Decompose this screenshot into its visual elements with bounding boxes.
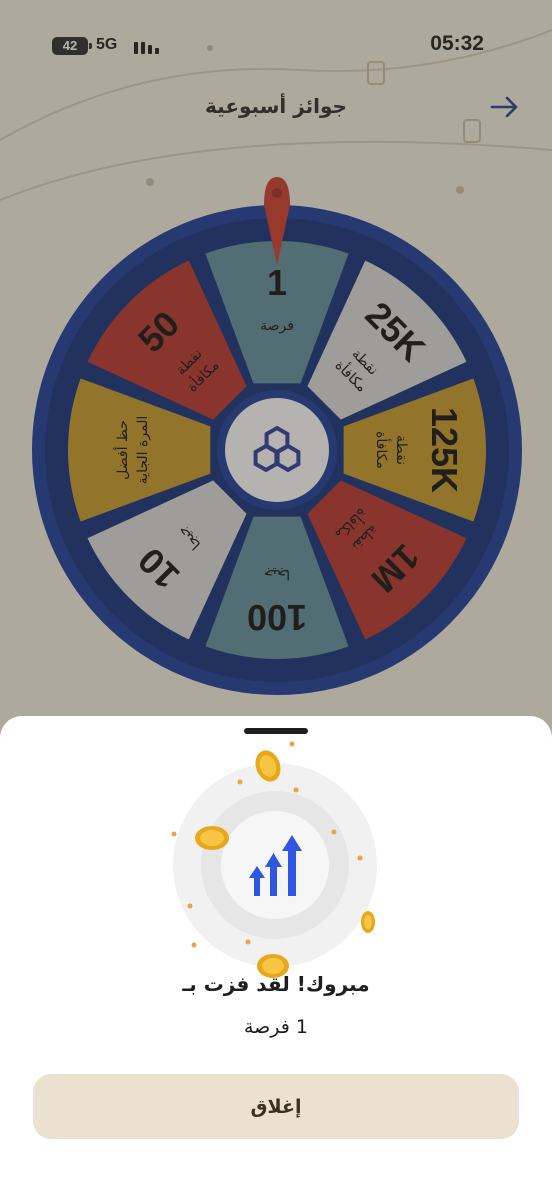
win-prize: 1 فرصة [243, 1016, 309, 1038]
result-bottom-sheet: مبروك! لقد فزت بـ 1 فرصة إغلاق [0, 716, 552, 1200]
close-button[interactable]: إغلاق [33, 1074, 519, 1139]
home-indicator [190, 1186, 362, 1191]
growth-arrows-coins-icon [171, 741, 377, 978]
win-title: مبروك! لقد فزت بـ [182, 972, 370, 996]
sheet-grabber[interactable] [244, 728, 308, 734]
